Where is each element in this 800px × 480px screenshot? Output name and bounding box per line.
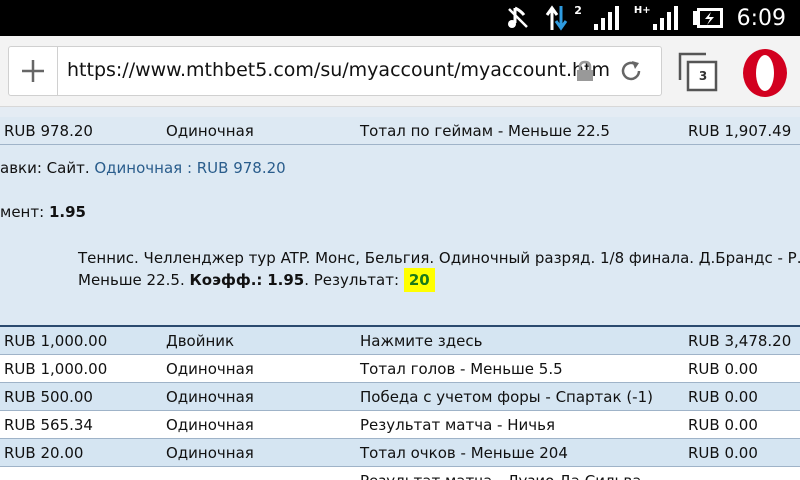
browser-toolbar: https://www.mthbet5.com/su/myaccount/mya… <box>0 36 800 107</box>
returns-cell: RUB 0.00 <box>688 360 758 378</box>
table-row[interactable]: RUB 20.00 Одиночная Тотал очков - Меньше… <box>0 439 800 467</box>
table-row[interactable]: Результат матча - Лузио Да Сильва <box>0 467 800 480</box>
odds-label: Коэфф.: <box>189 271 263 289</box>
stake-cell: RUB 565.34 <box>4 416 93 434</box>
status-bar: 2 H+ 6:09 <box>0 0 800 36</box>
battery-charging-icon <box>692 8 723 28</box>
odds-line-value: 1.95 <box>48 203 86 221</box>
bet-type-cell: Одиночная <box>166 388 254 406</box>
lock-icon <box>577 60 593 81</box>
signal-strength-2-icon <box>652 6 678 30</box>
no-sound-icon <box>508 6 529 28</box>
result-value: 20 <box>403 268 435 292</box>
tabs-button[interactable]: 3 <box>676 50 720 94</box>
returns-cell: RUB 1,907.49 <box>688 122 792 140</box>
bet-source-line: авки: Сайт. Одиночная : RUB 978.20 <box>0 159 286 177</box>
page-content: RUB 978.20 Одиночная Тотал по геймам - М… <box>0 107 800 480</box>
stake-cell: RUB 20.00 <box>4 444 84 462</box>
selection-cell: Тотал очков - Меньше 204 <box>360 444 568 462</box>
event-description: Теннис. Челленджер тур ATP. Монс, Бельги… <box>78 249 800 267</box>
returns-cell: RUB 0.00 <box>688 416 758 434</box>
stake-cell: RUB 1,000.00 <box>4 332 108 350</box>
stake-cell: RUB 500.00 <box>4 388 93 406</box>
table-row[interactable]: RUB 1,000.00 Одиночная Тотал голов - Мен… <box>0 355 800 383</box>
signal-strength-icon <box>593 6 619 30</box>
selection-cell: Тотал голов - Меньше 5.5 <box>360 360 563 378</box>
plus-icon <box>22 60 44 82</box>
bet-type-cell: Одиночная <box>166 444 254 462</box>
returns-cell: RUB 0.00 <box>688 444 758 462</box>
market-result-line: Меньше 22.5. Коэфф.: 1.95. Результат: 20 <box>78 268 435 292</box>
selection-cell[interactable]: Нажмите здесь <box>360 332 482 350</box>
url-text[interactable]: https://www.mthbet5.com/su/myaccount/mya… <box>67 59 610 81</box>
selection-cell: Тотал по геймам - Меньше 22.5 <box>360 122 610 140</box>
returns-cell: RUB 0.00 <box>688 388 758 406</box>
table-row[interactable]: RUB 1,000.00 Двойник Нажмите здесь RUB 3… <box>0 327 800 355</box>
stake-cell: RUB 978.20 <box>4 122 93 140</box>
opera-menu-button[interactable] <box>738 46 792 100</box>
bet-details-panel: авки: Сайт. Одиночная : RUB 978.20 мент:… <box>0 145 800 327</box>
hplus-badge: H+ <box>633 4 651 16</box>
selection-cell: Результат матча - Ничья <box>360 416 555 434</box>
bet-type-cell: Одиночная <box>166 360 254 378</box>
reload-icon[interactable] <box>619 59 643 83</box>
clock: 6:09 <box>736 5 786 31</box>
bet-source-label: авки: Сайт. <box>0 159 90 177</box>
result-label: . Результат: <box>304 271 400 289</box>
market-text: Меньше 22.5. <box>78 271 185 289</box>
stake-cell: RUB 1,000.00 <box>4 360 108 378</box>
selection-cell: Результат матча - Лузио Да Сильва <box>360 472 641 480</box>
tab-count: 3 <box>698 69 708 83</box>
bet-detail-link[interactable]: Одиночная : RUB 978.20 <box>94 159 285 177</box>
bet-type-cell: Двойник <box>166 332 235 350</box>
address-bar[interactable]: https://www.mthbet5.com/su/myaccount/mya… <box>8 46 662 96</box>
odds-line: мент: 1.95 <box>0 203 86 221</box>
opera-logo-icon <box>743 49 787 97</box>
table-row[interactable]: RUB 500.00 Одиночная Победа с учетом фор… <box>0 383 800 411</box>
selection-cell: Победа с учетом форы - Спартак (-1) <box>360 388 653 406</box>
returns-cell: RUB 3,478.20 <box>688 332 792 350</box>
bet-type-cell: Одиночная <box>166 122 254 140</box>
data-transfer-icon <box>545 5 568 31</box>
network-badge: 2 <box>574 3 582 17</box>
odds-line-label: мент: <box>0 203 45 221</box>
table-row[interactable]: RUB 978.20 Одиночная Тотал по геймам - М… <box>0 117 800 145</box>
table-row[interactable]: RUB 565.34 Одиночная Результат матча - Н… <box>0 411 800 439</box>
new-tab-button[interactable] <box>9 47 58 95</box>
bet-type-cell: Одиночная <box>166 416 254 434</box>
odds-value: 1.95 <box>267 271 305 289</box>
